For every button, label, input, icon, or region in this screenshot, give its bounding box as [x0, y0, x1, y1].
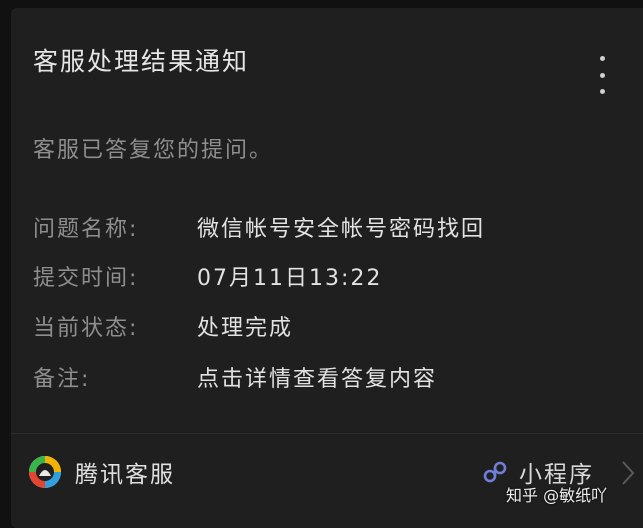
chevron-right-icon[interactable]: [621, 460, 635, 486]
field-label: 当前状态:: [33, 316, 139, 341]
more-dot: [599, 89, 605, 94]
brand-name: 腾讯客服: [75, 462, 175, 488]
field-value: 07月11日13:22: [197, 266, 383, 291]
field-value: 处理完成: [197, 316, 294, 341]
field-label: 问题名称:: [33, 217, 139, 242]
footer-divider: [11, 433, 643, 434]
more-dot: [599, 72, 605, 78]
field-label: 备注:: [33, 367, 91, 392]
card-description: 客服已答复您的提问。: [33, 138, 274, 163]
brand-link[interactable]: 腾讯客服: [27, 452, 175, 492]
card-title: 客服处理结果通知: [33, 47, 250, 76]
field-label: 提交时间:: [33, 266, 139, 291]
mini-program-icon: [483, 461, 507, 483]
watermark: 知乎 @敏纸吖: [506, 486, 608, 505]
more-vertical-icon[interactable]: [595, 56, 609, 94]
field-value: 微信帐号安全帐号密码找回: [197, 217, 486, 242]
more-dot: [599, 56, 605, 61]
field-value: 点击详情查看答复内容: [197, 367, 438, 392]
notification-card[interactable]: 客服处理结果通知 客服已答复您的提问。 问题名称: 微信帐号安全帐号密码找回 提…: [11, 8, 643, 528]
tencent-service-logo-icon: [29, 456, 61, 488]
